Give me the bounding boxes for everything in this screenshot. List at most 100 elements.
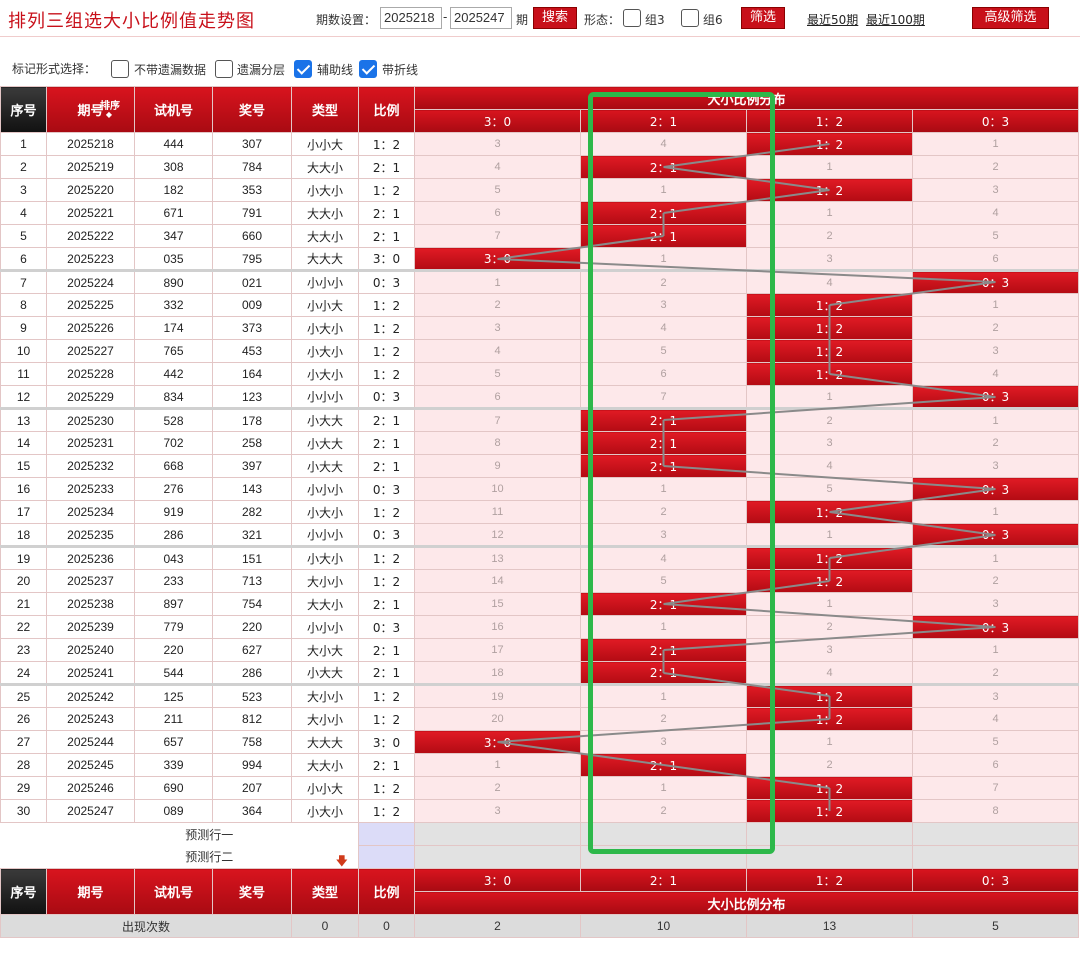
- dist-missing-cell: 4: [911, 362, 1080, 386]
- predict-2-cell[interactable]: [580, 845, 747, 869]
- shape-label: 形态：: [584, 13, 621, 27]
- row-type: 小大小: [291, 545, 359, 570]
- row-prize-number: 453: [212, 339, 292, 363]
- sort-icon[interactable]: ◆: [106, 110, 112, 119]
- table-row: 21 2025238 897 754 大大小 2：1 15 2：1 1 3: [0, 592, 1080, 616]
- row-ratio: 1：2: [358, 339, 415, 363]
- dist-missing-cell: 7: [414, 407, 581, 432]
- predict-2-cell[interactable]: [911, 845, 1080, 869]
- row-ratio: 2：1: [358, 224, 415, 248]
- row-period: 2025218: [46, 132, 135, 156]
- row-period: 2025221: [46, 201, 135, 225]
- predict-2-cell[interactable]: [746, 845, 913, 869]
- dist-missing-cell: 2: [911, 569, 1080, 593]
- table-row: 20 2025237 233 713 大小小 1：2 14 5 1：2 2: [0, 569, 1080, 593]
- dist-missing-cell: 5: [746, 477, 913, 501]
- dist-col-1-2: 1：2: [746, 109, 913, 133]
- advanced-filter-button[interactable]: 高级筛选: [972, 7, 1049, 29]
- row-period: 2025240: [46, 638, 135, 662]
- row-index: 25: [0, 683, 47, 708]
- row-index: 11: [0, 362, 47, 386]
- predict-2-cell[interactable]: [414, 845, 581, 869]
- dist-hit-cell: 1：2: [746, 178, 913, 202]
- row-ratio: 3：0: [358, 730, 415, 754]
- search-button[interactable]: 搜索: [533, 7, 577, 29]
- row-index: 22: [0, 615, 47, 639]
- dist-missing-cell: 18: [414, 661, 581, 685]
- row-prize-number: 795: [212, 247, 292, 271]
- period-to-input[interactable]: 2025247: [450, 7, 512, 29]
- dist-missing-cell: 5: [580, 339, 747, 363]
- period-setting-label: 期数设置：: [316, 13, 377, 27]
- row-test-number: 035: [134, 247, 213, 271]
- dist-missing-cell: 1: [911, 638, 1080, 662]
- dist-col-0-3: 0：3: [911, 109, 1080, 133]
- row-ratio: 1：2: [358, 293, 415, 317]
- zu3-label: 组3: [645, 13, 665, 27]
- dist-hit-cell: 1：2: [746, 132, 913, 156]
- recent-100-link[interactable]: 最近100期: [866, 11, 925, 28]
- footer-index: 序号: [0, 868, 47, 915]
- row-index: 10: [0, 339, 47, 363]
- filter-button[interactable]: 筛选: [741, 7, 785, 29]
- dist-missing-cell: 5: [911, 224, 1080, 248]
- row-prize-number: 754: [212, 592, 292, 616]
- row-test-number: 182: [134, 178, 213, 202]
- predict-row-2-ratio-cell[interactable]: [358, 845, 415, 869]
- dist-hit-cell: 1：2: [746, 799, 913, 823]
- row-prize-number: 151: [212, 545, 292, 570]
- row-test-number: 668: [134, 454, 213, 478]
- missing-layer-checkbox[interactable]: [215, 60, 233, 78]
- predict-1-cell[interactable]: [746, 822, 913, 846]
- guide-line-checkbox[interactable]: [294, 60, 312, 78]
- row-index: 4: [0, 201, 47, 225]
- dist-missing-cell: 13: [414, 545, 581, 570]
- row-test-number: 442: [134, 362, 213, 386]
- row-ratio: 2：1: [358, 753, 415, 777]
- polyline-label: 带折线: [382, 63, 419, 77]
- footer-ratio: 比例: [358, 868, 415, 915]
- predict-row-1-ratio-cell[interactable]: [358, 822, 415, 846]
- row-type: 小小小: [291, 615, 359, 639]
- recent-50-link[interactable]: 最近50期: [807, 11, 858, 28]
- period-from-input[interactable]: 2025218: [380, 7, 442, 29]
- footer-dist-col-1-2: 1：2: [746, 868, 913, 892]
- dist-missing-cell: 3: [580, 523, 747, 547]
- predict-row-1: 预测行一: [0, 822, 1080, 846]
- row-index: 16: [0, 477, 47, 501]
- predict-1-cell[interactable]: [911, 822, 1080, 846]
- dist-missing-cell: 6: [580, 362, 747, 386]
- zu3-checkbox[interactable]: [623, 9, 641, 27]
- mark-options-bar: 标记形式选择： 不带遗漏数据 遗漏分层 辅助线 带折线: [0, 52, 1080, 84]
- row-prize-number: 373: [212, 316, 292, 340]
- row-index: 13: [0, 407, 47, 432]
- row-type: 大小小: [291, 683, 359, 708]
- predict-1-cell[interactable]: [414, 822, 581, 846]
- dist-missing-cell: 7: [414, 224, 581, 248]
- header-period[interactable]: 期号 排序 ◆: [46, 86, 135, 133]
- dist-missing-cell: 8: [911, 799, 1080, 823]
- polyline-checkbox[interactable]: [359, 60, 377, 78]
- row-period: 2025245: [46, 753, 135, 777]
- zu6-checkbox[interactable]: [681, 9, 699, 27]
- count-ratio: 0: [358, 914, 415, 938]
- dist-hit-cell: 2：1: [580, 592, 747, 616]
- header-distribution: 大小比例分布: [413, 86, 1080, 110]
- count-row: 出现次数 0 0 2 10 13 5: [0, 914, 1080, 938]
- row-test-number: 765: [134, 339, 213, 363]
- row-ratio: 0：3: [358, 523, 415, 547]
- row-test-number: 890: [134, 269, 213, 294]
- row-ratio: 1：2: [358, 316, 415, 340]
- row-ratio: 2：1: [358, 407, 415, 432]
- dist-hit-cell: 2：1: [580, 407, 747, 432]
- predict-1-cell[interactable]: [580, 822, 747, 846]
- dist-missing-cell: 3: [911, 683, 1080, 708]
- row-prize-number: 397: [212, 454, 292, 478]
- row-test-number: 657: [134, 730, 213, 754]
- table-row: 26 2025243 211 812 大小小 1：2 20 2 1：2 4: [0, 707, 1080, 731]
- row-period: 2025228: [46, 362, 135, 386]
- arrow-down-icon[interactable]: 🡇: [336, 852, 348, 869]
- row-ratio: 1：2: [358, 799, 415, 823]
- no-missing-data-checkbox[interactable]: [111, 60, 129, 78]
- row-ratio: 2：1: [358, 454, 415, 478]
